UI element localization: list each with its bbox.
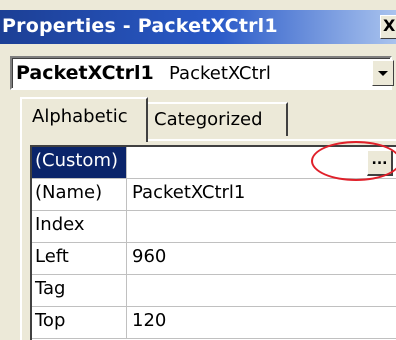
- property-value[interactable]: 120: [128, 307, 396, 338]
- property-value[interactable]: 960: [128, 243, 396, 274]
- property-name[interactable]: (Name): [32, 179, 127, 210]
- object-selector-combobox[interactable]: PacketXCtrl1 PacketXCtrl: [10, 56, 394, 90]
- object-type: PacketXCtrl: [169, 63, 271, 84]
- tab-categorized[interactable]: Categorized: [148, 102, 288, 136]
- property-name[interactable]: Top: [32, 307, 127, 338]
- property-name[interactable]: Index: [32, 211, 127, 242]
- property-row-index[interactable]: Index: [32, 211, 396, 243]
- property-value[interactable]: [128, 147, 396, 178]
- property-name[interactable]: (Custom): [32, 147, 127, 178]
- ellipsis-button[interactable]: ...: [367, 150, 393, 176]
- property-name[interactable]: Left: [32, 243, 127, 274]
- property-value[interactable]: PacketXCtrl1: [128, 179, 396, 210]
- title-bar[interactable]: Properties - PacketXCtrl1 X: [0, 10, 396, 44]
- property-row-name[interactable]: (Name) PacketXCtrl1: [32, 179, 396, 211]
- dropdown-button[interactable]: [372, 60, 394, 86]
- window-title: Properties - PacketXCtrl1: [2, 15, 278, 37]
- property-row-custom[interactable]: (Custom) ...: [32, 147, 396, 179]
- property-row-left[interactable]: Left 960: [32, 243, 396, 275]
- property-name[interactable]: Tag: [32, 275, 127, 306]
- property-value[interactable]: [128, 211, 396, 242]
- property-row-tag[interactable]: Tag: [32, 275, 396, 307]
- properties-window: Properties - PacketXCtrl1 X PacketXCtrl1…: [0, 0, 396, 340]
- tab-alphabetic[interactable]: Alphabetic: [20, 97, 148, 142]
- property-row-top[interactable]: Top 120: [32, 307, 396, 339]
- close-icon: X: [383, 16, 396, 35]
- object-name: PacketXCtrl1: [16, 62, 154, 84]
- chevron-down-icon: [378, 71, 388, 76]
- property-grid: (Custom) ... (Name) PacketXCtrl1 Index L…: [30, 145, 396, 340]
- property-value[interactable]: [128, 275, 396, 306]
- close-button[interactable]: X: [380, 15, 396, 39]
